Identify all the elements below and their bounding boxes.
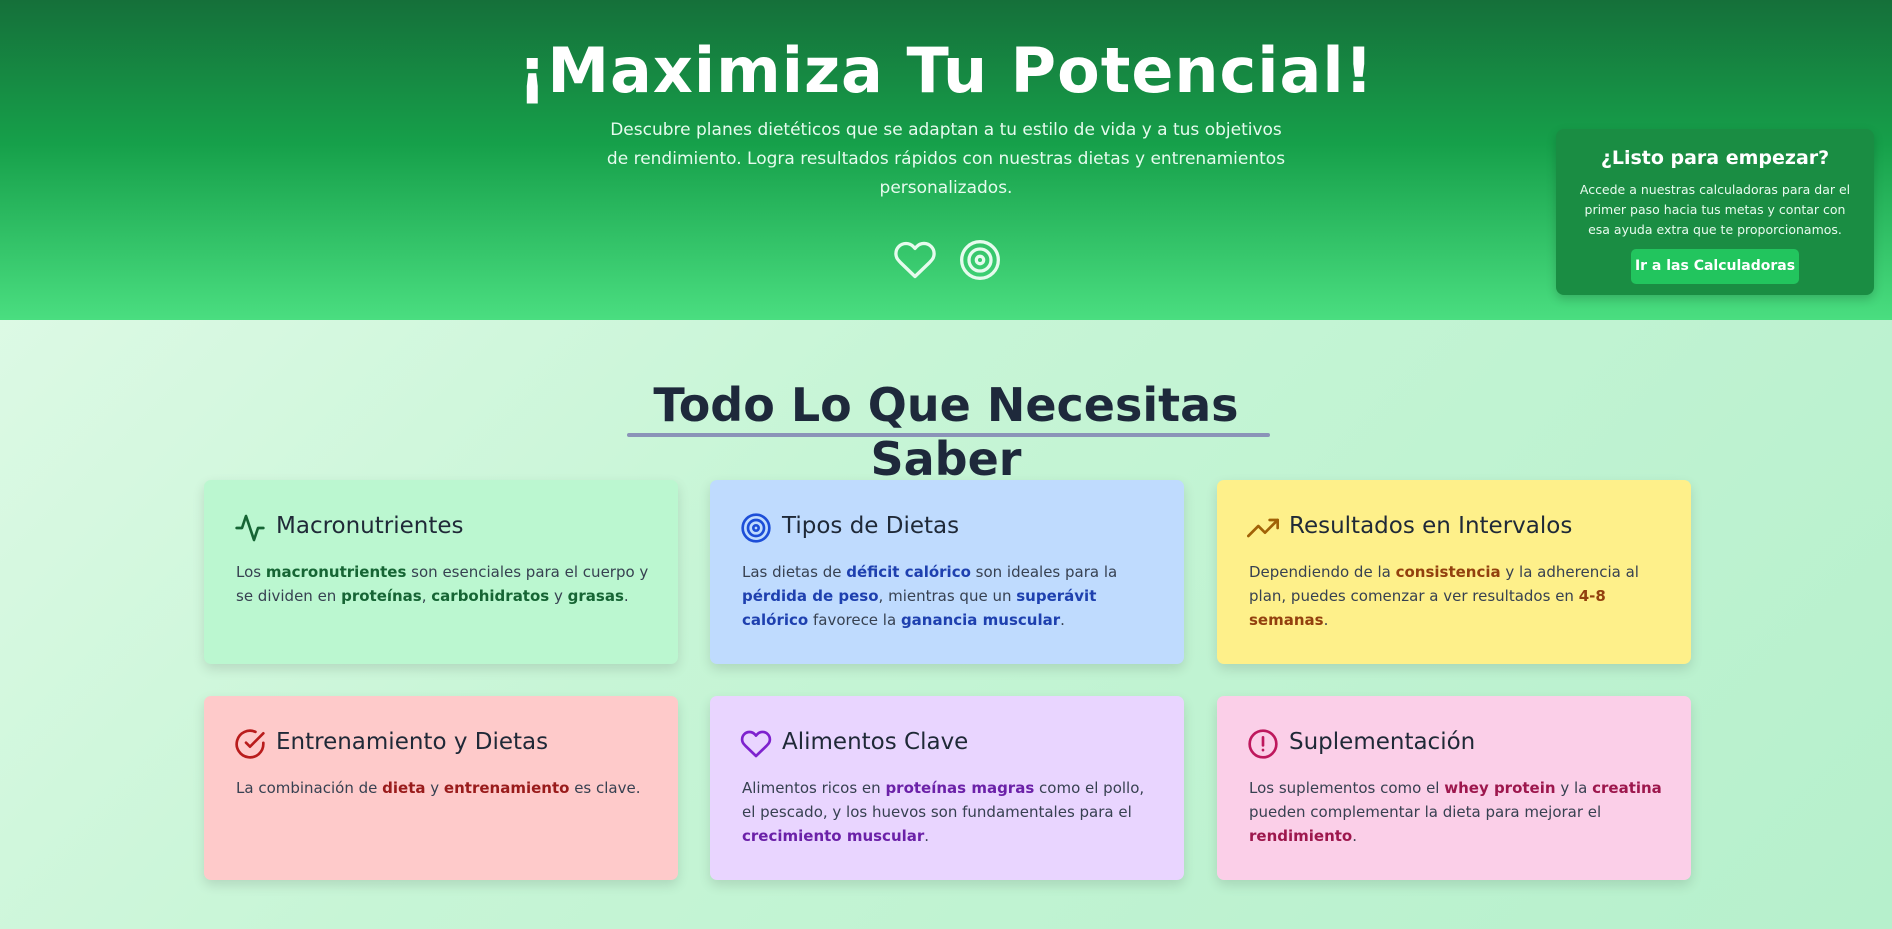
- card-body: Los suplementos como el whey protein y l…: [1249, 776, 1669, 848]
- highlight-term: déficit calórico: [846, 563, 971, 581]
- text-segment: Alimentos ricos en: [742, 779, 886, 797]
- card-body: La combinación de dieta y entrenamiento …: [236, 776, 656, 800]
- cta-card: ¿Listo para empezar? Accede a nuestras c…: [1556, 129, 1874, 295]
- section-title: Todo Lo Que Necesitas Saber: [653, 378, 1239, 486]
- card-suplementacion: Suplementación Los suplementos como el w…: [1217, 696, 1691, 880]
- alert-circle-icon: [1247, 728, 1279, 760]
- card-resultados: Resultados en Intervalos Dependiendo de …: [1217, 480, 1691, 664]
- text-segment: .: [924, 827, 930, 845]
- highlight-term: proteínas magras: [885, 779, 1035, 797]
- text-segment: .: [1352, 827, 1358, 845]
- section-title-underline: [627, 433, 1270, 437]
- highlight-term: entrenamiento: [443, 779, 570, 797]
- highlight-term: proteínas: [341, 587, 422, 605]
- text-segment: .: [1060, 611, 1065, 629]
- text-segment: La combinación de: [236, 779, 383, 797]
- card-body: Alimentos ricos en proteínas magras como…: [742, 776, 1162, 848]
- text-segment: ,: [421, 587, 432, 605]
- trending-up-icon: [1247, 512, 1279, 544]
- card-title: Resultados en Intervalos: [1289, 513, 1573, 539]
- hero-description: Descubre planes dietéticos que se adapta…: [606, 120, 1286, 198]
- text-segment: y: [549, 587, 568, 605]
- calculators-button[interactable]: Ir a las Calculadoras: [1631, 249, 1799, 284]
- heart-icon: [893, 238, 937, 282]
- text-segment: es clave.: [569, 779, 641, 797]
- card-alimentos-clave: Alimentos Clave Alimentos ricos en prote…: [710, 696, 1184, 880]
- target-icon: [740, 512, 772, 544]
- cta-title: ¿Listo para empezar?: [1600, 147, 1830, 169]
- cta-description: Accede a nuestras calculadoras para dar …: [1579, 182, 1851, 237]
- card-title: Alimentos Clave: [782, 729, 969, 755]
- card-macronutrientes: Macronutrientes Los macronutrientes son …: [204, 480, 678, 664]
- text-segment: favorece la: [808, 611, 901, 629]
- text-segment: Dependiendo de la: [1249, 563, 1396, 581]
- text-segment: y: [425, 779, 444, 797]
- card-title: Macronutrientes: [276, 513, 464, 539]
- heart-icon: [740, 728, 772, 760]
- target-icon: [958, 238, 1002, 282]
- text-segment: son ideales para la: [970, 563, 1118, 581]
- highlight-term: grasas: [567, 587, 624, 605]
- text-segment: Las dietas de: [742, 563, 847, 581]
- highlight-term: crecimiento muscular: [742, 827, 925, 845]
- text-segment: Los suplementos como el: [1249, 779, 1445, 797]
- text-segment: y la: [1555, 779, 1593, 797]
- card-body: Dependiendo de la consistencia y la adhe…: [1249, 560, 1669, 632]
- card-body: Los macronutrientes son esenciales para …: [236, 560, 656, 608]
- check-circle-icon: [234, 728, 266, 760]
- highlight-term: pérdida de peso: [742, 587, 879, 605]
- text-segment: , mientras que un: [878, 587, 1017, 605]
- highlight-term: rendimiento: [1249, 827, 1353, 845]
- text-segment: .: [623, 587, 629, 605]
- card-title: Tipos de Dietas: [782, 513, 960, 539]
- highlight-term: whey protein: [1444, 779, 1556, 797]
- text-segment: .: [1323, 611, 1329, 629]
- text-segment: pueden complementar la dieta para mejora…: [1249, 803, 1602, 821]
- hero-title: ¡Maximiza Tu Potencial!: [518, 34, 1374, 107]
- highlight-term: consistencia: [1395, 563, 1501, 581]
- card-title: Suplementación: [1289, 729, 1476, 755]
- card-body: Las dietas de déficit calórico son ideal…: [742, 560, 1162, 632]
- highlight-term: dieta: [382, 779, 426, 797]
- highlight-term: creatina: [1592, 779, 1662, 797]
- card-tipos-de-dietas: Tipos de Dietas Las dietas de déficit ca…: [710, 480, 1184, 664]
- activity-icon: [234, 512, 266, 544]
- highlight-term: carbohidratos: [431, 587, 550, 605]
- highlight-term: macronutrientes: [265, 563, 407, 581]
- card-entrenamiento: Entrenamiento y Dietas La combinación de…: [204, 696, 678, 880]
- card-title: Entrenamiento y Dietas: [276, 729, 549, 755]
- text-segment: Los: [236, 563, 266, 581]
- highlight-term: ganancia muscular: [900, 611, 1061, 629]
